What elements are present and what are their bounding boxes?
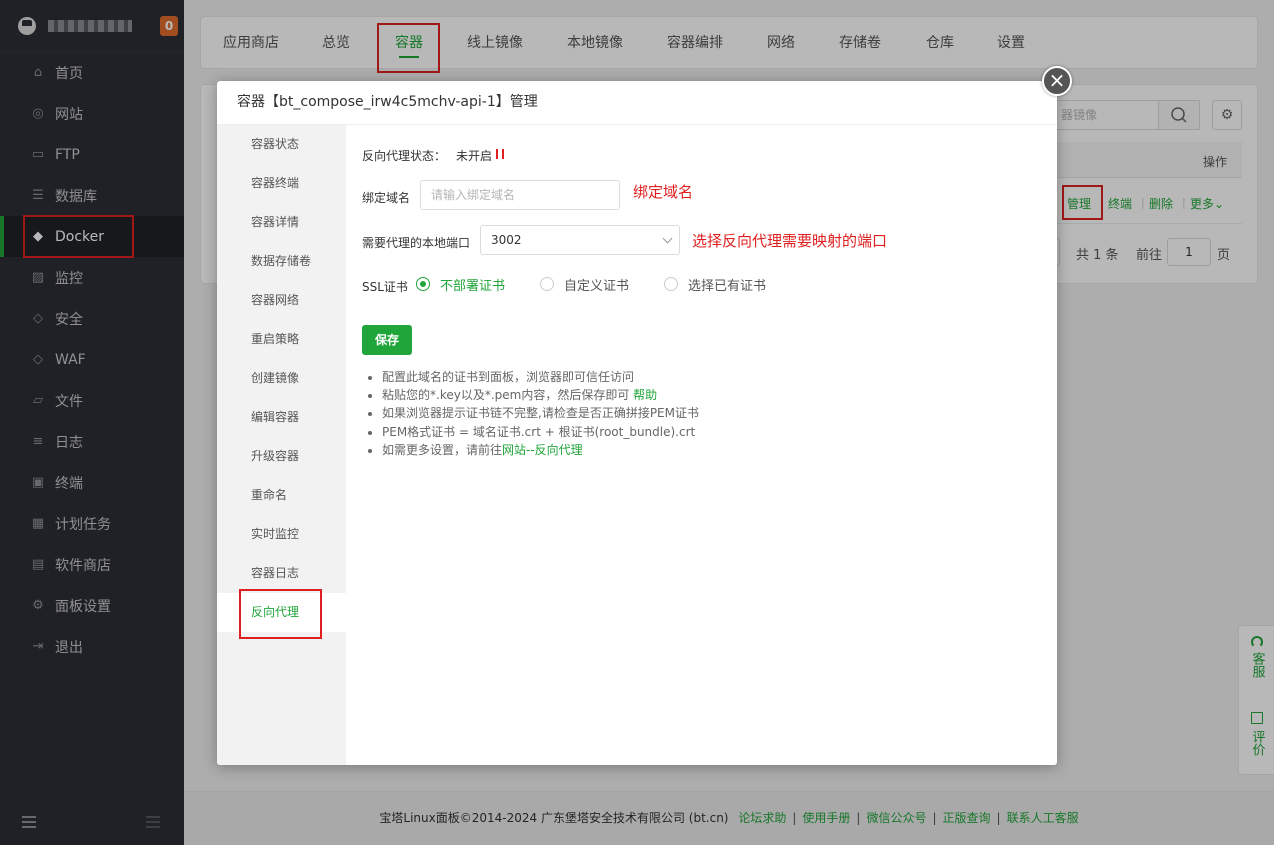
tip-item: PEM格式证书 = 域名证书.crt + 根证书(root_bundle).cr… [366, 423, 966, 441]
tip-item: 如果浏览器提示证书链不完整,请检查是否正确拼接PEM证书 [366, 404, 966, 422]
ssl-radio-custom[interactable] [540, 277, 554, 291]
nav-container-status[interactable]: 容器状态 [217, 125, 346, 164]
dialog-title: 容器【bt_compose_irw4c5mchv-api-1】管理 [217, 81, 1057, 125]
close-dialog-button[interactable]: × [1042, 66, 1072, 96]
port-annotation: 选择反向代理需要映射的端口 [692, 232, 888, 250]
tip-item: 粘贴您的*.key以及*.pem内容，然后保存即可 帮助 [366, 386, 966, 404]
nav-reverse-proxy[interactable]: 反向代理 [217, 593, 346, 632]
pause-icon[interactable] [496, 149, 504, 159]
proxy-status-label: 反向代理状态： [362, 149, 447, 163]
tip-item: 如需更多设置，请前往网站--反向代理 [366, 441, 966, 459]
help-link[interactable]: 帮助 [633, 388, 657, 402]
nav-container-details[interactable]: 容器详情 [217, 203, 346, 242]
ssl-option-label[interactable]: 不部署证书 [440, 275, 505, 294]
ssl-option-label[interactable]: 自定义证书 [564, 275, 629, 294]
proxy-status-value: 未开启 [456, 149, 493, 163]
ssl-radio-existing[interactable] [664, 277, 678, 291]
domain-label: 绑定域名 [362, 191, 411, 205]
ssl-radio-none[interactable] [416, 277, 430, 291]
dialog-nav: 容器状态 容器终端 容器详情 数据存储卷 容器网络 重启策略 创建镜像 编辑容器… [217, 125, 346, 765]
ssl-option-label[interactable]: 选择已有证书 [688, 275, 766, 294]
domain-input[interactable]: 请输入绑定域名 [420, 180, 620, 210]
reverse-proxy-form: 反向代理状态： 未开启 绑定域名 请输入绑定域名 绑定域名 需要代理的本地端口 … [346, 125, 1057, 765]
nav-container-logs[interactable]: 容器日志 [217, 554, 346, 593]
nav-container-terminal[interactable]: 容器终端 [217, 164, 346, 203]
ssl-label: SSL证书 [362, 280, 408, 294]
nav-upgrade-container[interactable]: 升级容器 [217, 437, 346, 476]
container-manage-dialog: 容器【bt_compose_irw4c5mchv-api-1】管理 容器状态 容… [217, 81, 1057, 765]
website-proxy-link[interactable]: 网站--反向代理 [502, 443, 583, 457]
port-select[interactable]: 3002 [480, 225, 680, 255]
nav-edit-container[interactable]: 编辑容器 [217, 398, 346, 437]
port-label: 需要代理的本地端口 [362, 236, 471, 250]
nav-create-image[interactable]: 创建镜像 [217, 359, 346, 398]
save-button[interactable]: 保存 [362, 325, 412, 355]
nav-rename[interactable]: 重命名 [217, 476, 346, 515]
nav-realtime-monitor[interactable]: 实时监控 [217, 515, 346, 554]
tip-item: 配置此域名的证书到面板，浏览器即可信任访问 [366, 368, 966, 386]
nav-data-volumes[interactable]: 数据存储卷 [217, 242, 346, 281]
nav-restart-policy[interactable]: 重启策略 [217, 320, 346, 359]
nav-container-network[interactable]: 容器网络 [217, 281, 346, 320]
tips-list: 配置此域名的证书到面板，浏览器即可信任访问 粘贴您的*.key以及*.pem内容… [366, 368, 966, 459]
domain-annotation: 绑定域名 [633, 183, 694, 201]
close-icon: × [1048, 68, 1066, 92]
